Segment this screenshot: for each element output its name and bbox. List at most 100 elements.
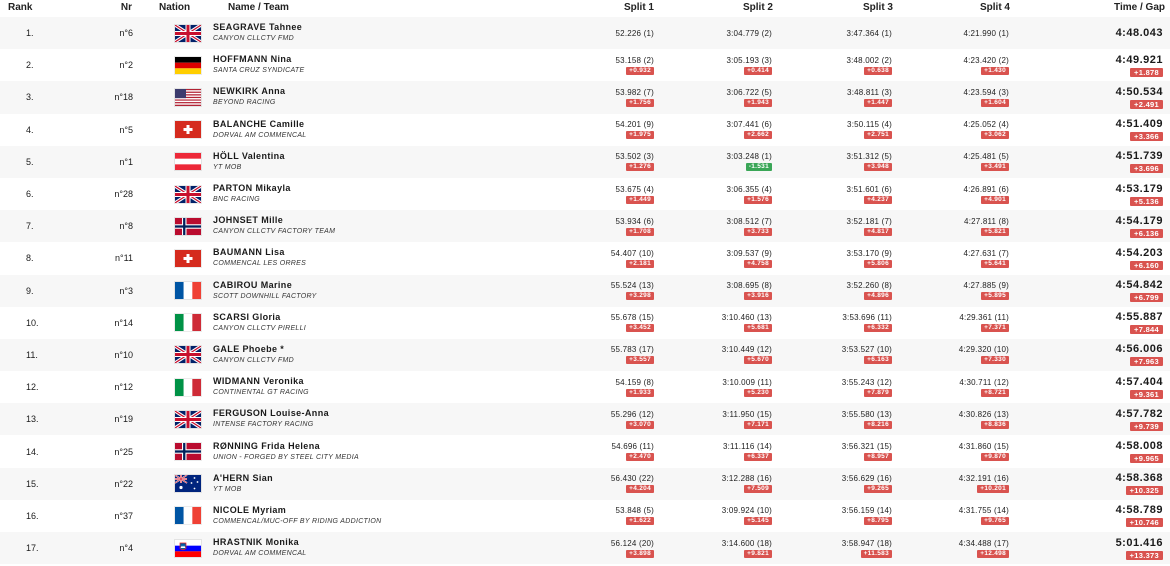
split-3-time: 3:53.527 (10): [841, 345, 892, 355]
bib-number: n°19: [114, 414, 133, 425]
split-4-gap-badge: +5.895: [981, 292, 1009, 301]
split-1-time: 53.675 (4): [615, 184, 654, 194]
rider-name[interactable]: HOFFMANN Nina: [213, 53, 503, 65]
split-3-gap-badge: +1.447: [864, 98, 892, 107]
split-3-gap-badge: +4.237: [864, 195, 892, 204]
split-3-cell: 3:56.629 (16) +9.265: [773, 474, 893, 494]
name-team-cell: FERGUSON Louise-Anna INTENSE FACTORY RAC…: [213, 407, 503, 431]
table-row[interactable]: 15. n°22 A'HERN Sian YT MOB 56.430 (22) +…: [0, 467, 1170, 500]
table-row[interactable]: 13. n°19 FERGUSON Louise-Anna INTENSE FA…: [0, 403, 1170, 436]
split-1-gap-badge: +2.181: [626, 259, 654, 268]
split-3-gap-badge: +4.817: [864, 227, 892, 236]
split-2-time: 3:11.116 (14): [722, 442, 772, 452]
gbr-flag-icon: [175, 410, 201, 428]
split-2-time: 3:08.695 (8): [726, 281, 772, 291]
split-3-cell: 3:51.601 (6) +4.237: [773, 185, 893, 204]
rider-name[interactable]: BAUMANN Lisa: [213, 246, 503, 258]
split-2-cell: 3:09.537 (9) +4.758: [657, 249, 773, 268]
header-rank[interactable]: Rank: [0, 0, 80, 17]
table-row[interactable]: 9. n°3 CABIROU Marine SCOTT DOWNHILL FAC…: [0, 274, 1170, 307]
rider-name[interactable]: HRASTNIK Monika: [213, 536, 503, 548]
total-time: 4:48.043: [1115, 27, 1163, 40]
team-name: CANYON CLLCTV FMD: [213, 35, 294, 43]
split-4-time: 4:32.191 (16): [958, 474, 1009, 484]
split-2-gap-badge: -1.531: [745, 163, 772, 172]
header-nation[interactable]: Nation: [133, 0, 213, 17]
header-split-1[interactable]: Split 1: [503, 0, 657, 17]
rider-name[interactable]: WIDMANN Veronika: [213, 375, 503, 387]
table-row[interactable]: 1. n°6 SEAGRAVE Tahnee CANYON CLLCTV FMD…: [0, 17, 1170, 50]
table-row[interactable]: 6. n°28 PARTON Mikayla BNC RACING 53.675…: [0, 178, 1170, 210]
split-1-gap-badge: +1.276: [626, 163, 654, 172]
header-split-4[interactable]: Split 4: [893, 0, 1012, 17]
total-gap-badge: +2.491: [1130, 99, 1163, 109]
split-3-cell: 3:47.364 (1): [773, 29, 893, 38]
split-2-time: 3:09.924 (10): [721, 506, 772, 516]
table-row[interactable]: 10. n°14 SCARSI Gloria CANYON CLLCTV PIR…: [0, 307, 1170, 339]
split-2-gap-badge: +7.171: [744, 420, 772, 429]
table-row[interactable]: 17. n°4 HRASTNIK Monika DORVAL AM COMMEN…: [0, 532, 1170, 565]
total-gap-badge: +3.366: [1130, 132, 1163, 142]
header-split-2[interactable]: Split 2: [657, 0, 773, 17]
rider-name[interactable]: SCARSI Gloria: [213, 311, 503, 323]
total-gap-badge: +10.325: [1125, 486, 1163, 496]
split-2-time: 3:12.288 (16): [721, 474, 772, 484]
split-1-time: 54.696 (11): [611, 442, 654, 452]
rider-name[interactable]: PARTON Mikayla: [213, 182, 503, 194]
rider-name[interactable]: JOHNSET Mille: [213, 214, 503, 226]
rider-name[interactable]: BALANCHE Camille: [213, 118, 503, 130]
table-row[interactable]: 3. n°18 NEWKIRK Anna BEYOND RACING 53.98…: [0, 81, 1170, 114]
table-row[interactable]: 12. n°12 WIDMANN Veronika CONTINENTAL GT…: [0, 371, 1170, 403]
split-2-time: 3:07.441 (6): [726, 120, 772, 130]
table-row[interactable]: 11. n°10 GALE Phoebe * CANYON CLLCTV FMD…: [0, 338, 1170, 372]
team-name: CONTINENTAL GT RACING: [213, 389, 309, 397]
rider-name[interactable]: HÖLL Valentina: [213, 150, 503, 162]
split-1-time: 53.502 (3): [615, 152, 654, 162]
team-name: CANYON CLLCTV FMD: [213, 356, 294, 364]
bib-number: n°37: [114, 510, 133, 521]
rider-name[interactable]: RØNNING Frida Helena: [213, 440, 503, 452]
header-split-3[interactable]: Split 3: [773, 0, 893, 17]
table-row[interactable]: 14. n°25 RØNNING Frida Helena UNION - FO…: [0, 435, 1170, 467]
split-2-cell: 3:08.512 (7) +3.733: [657, 217, 773, 236]
header-name-team[interactable]: Name / Team: [213, 0, 503, 17]
rank: 17.: [26, 543, 39, 554]
nor-flag-icon: [175, 443, 201, 461]
bib-number: n°6: [119, 28, 133, 39]
rider-name[interactable]: NICOLE Myriam: [213, 504, 503, 516]
rider-name[interactable]: GALE Phoebe *: [213, 343, 503, 355]
split-3-time: 3:53.696 (11): [842, 313, 892, 323]
split-3-gap-badge: +8.216: [864, 420, 892, 429]
rider-name[interactable]: FERGUSON Louise-Anna: [213, 407, 503, 419]
rider-name[interactable]: SEAGRAVE Tahnee: [213, 21, 503, 33]
usa-flag-icon: [175, 88, 201, 106]
split-3-time: 3:52.181 (7): [846, 216, 892, 226]
split-4-cell: 4:32.191 (16) +10.201: [893, 474, 1012, 494]
split-4-cell: 4:25.481 (5) +3.491: [893, 152, 1012, 172]
header-nr[interactable]: Nr: [80, 0, 133, 17]
rider-name[interactable]: CABIROU Marine: [213, 279, 503, 291]
table-row[interactable]: 7. n°8 JOHNSET Mille CANYON CLLCTV FACTO…: [0, 210, 1170, 243]
bib-number: n°11: [115, 253, 133, 264]
table-row[interactable]: 8. n°11 BAUMANN Lisa COMMENCAL LES ORRES…: [0, 242, 1170, 274]
split-1-gap-badge: +3.557: [626, 356, 654, 365]
bib-number: n°5: [119, 124, 133, 135]
rank: 8.: [26, 253, 34, 264]
name-team-cell: JOHNSET Mille CANYON CLLCTV FACTORY TEAM: [213, 214, 503, 238]
table-row[interactable]: 2. n°2 HOFFMANN Nina SANTA CRUZ SYNDICAT…: [0, 49, 1170, 81]
split-2-time: 3:06.722 (5): [726, 87, 772, 97]
table-row[interactable]: 4. n°5 BALANCHE Camille DORVAL AM COMMEN…: [0, 114, 1170, 146]
gbr-flag-icon: [175, 185, 201, 203]
split-3-time: 3:47.364 (1): [846, 28, 892, 38]
header-time-gap[interactable]: Time / Gap: [1012, 0, 1170, 17]
split-3-gap-badge: +8.957: [864, 453, 892, 462]
split-4-cell: 4:29.320 (10) +7.330: [893, 345, 1012, 365]
table-row[interactable]: 16. n°37 NICOLE Myriam COMMENCAL/MUC-OFF…: [0, 500, 1170, 532]
rider-name[interactable]: NEWKIRK Anna: [213, 85, 503, 97]
split-2-cell: 3:09.924 (10) +5.145: [657, 506, 773, 526]
rider-name[interactable]: A'HERN Sian: [213, 472, 503, 484]
table-row[interactable]: 5. n°1 HÖLL Valentina YT MOB 53.502 (3) +…: [0, 145, 1170, 178]
split-4-gap-badge: +3.062: [981, 131, 1009, 140]
split-3-time: 3:53.170 (9): [846, 248, 892, 258]
split-3-time: 3:55.580 (13): [841, 409, 892, 419]
